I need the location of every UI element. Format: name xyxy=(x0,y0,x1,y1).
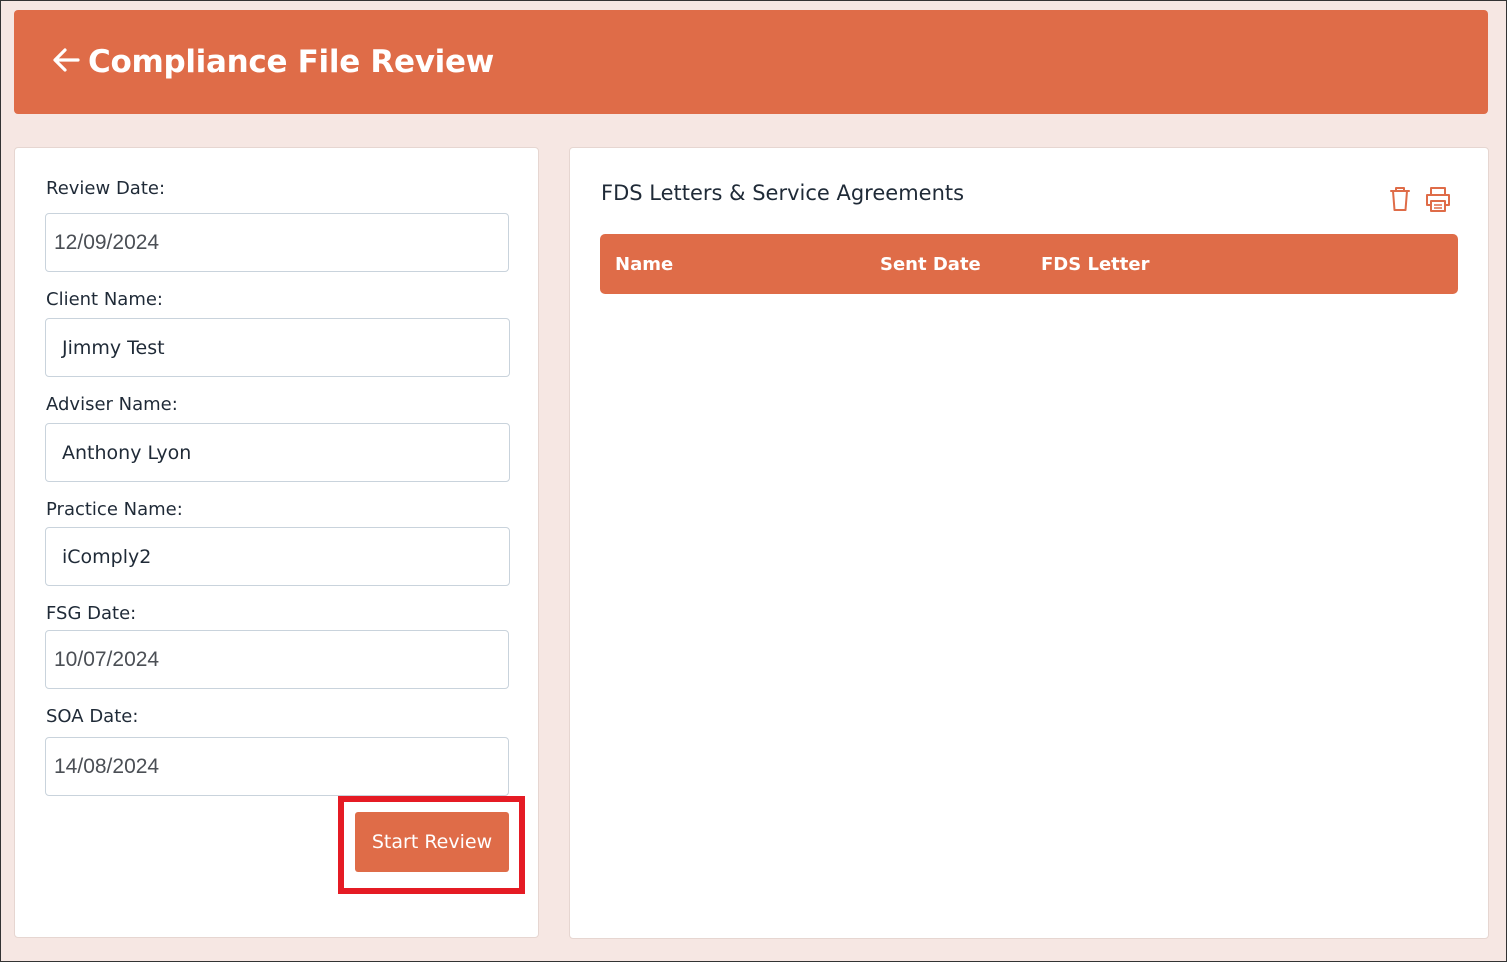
fds-table-header: Name Sent Date FDS Letter xyxy=(600,234,1458,294)
soa-date-input[interactable]: 14/08/2024 xyxy=(45,737,509,796)
trash-icon[interactable] xyxy=(1385,184,1415,214)
practice-name-input[interactable]: iComply2 xyxy=(45,527,510,586)
fsg-date-input[interactable]: 10/07/2024 xyxy=(45,630,509,689)
fds-letters-panel: FDS Letters & Service Agreements Name Se… xyxy=(569,147,1489,939)
arrow-left-icon[interactable] xyxy=(50,44,82,76)
review-details-panel: Review Date: 12/09/2024 Client Name: Jim… xyxy=(14,147,539,938)
column-header-sent-date[interactable]: Sent Date xyxy=(880,234,981,294)
adviser-name-input[interactable]: Anthony Lyon xyxy=(45,423,510,482)
soa-date-label: SOA Date: xyxy=(46,706,139,727)
review-date-input[interactable]: 12/09/2024 xyxy=(45,213,509,272)
fsg-date-label: FSG Date: xyxy=(46,603,137,624)
page-title: Compliance File Review xyxy=(88,44,495,80)
printer-icon[interactable] xyxy=(1423,184,1453,214)
start-review-button[interactable]: Start Review xyxy=(355,812,509,872)
column-header-fds-letter[interactable]: FDS Letter xyxy=(1041,234,1149,294)
practice-name-label: Practice Name: xyxy=(46,499,183,520)
adviser-name-label: Adviser Name: xyxy=(46,394,178,415)
page-header: Compliance File Review xyxy=(14,10,1488,114)
review-date-label: Review Date: xyxy=(46,178,166,199)
client-name-label: Client Name: xyxy=(46,289,163,310)
column-header-name[interactable]: Name xyxy=(615,234,673,294)
client-name-input[interactable]: Jimmy Test xyxy=(45,318,510,377)
fds-section-title: FDS Letters & Service Agreements xyxy=(601,181,965,205)
